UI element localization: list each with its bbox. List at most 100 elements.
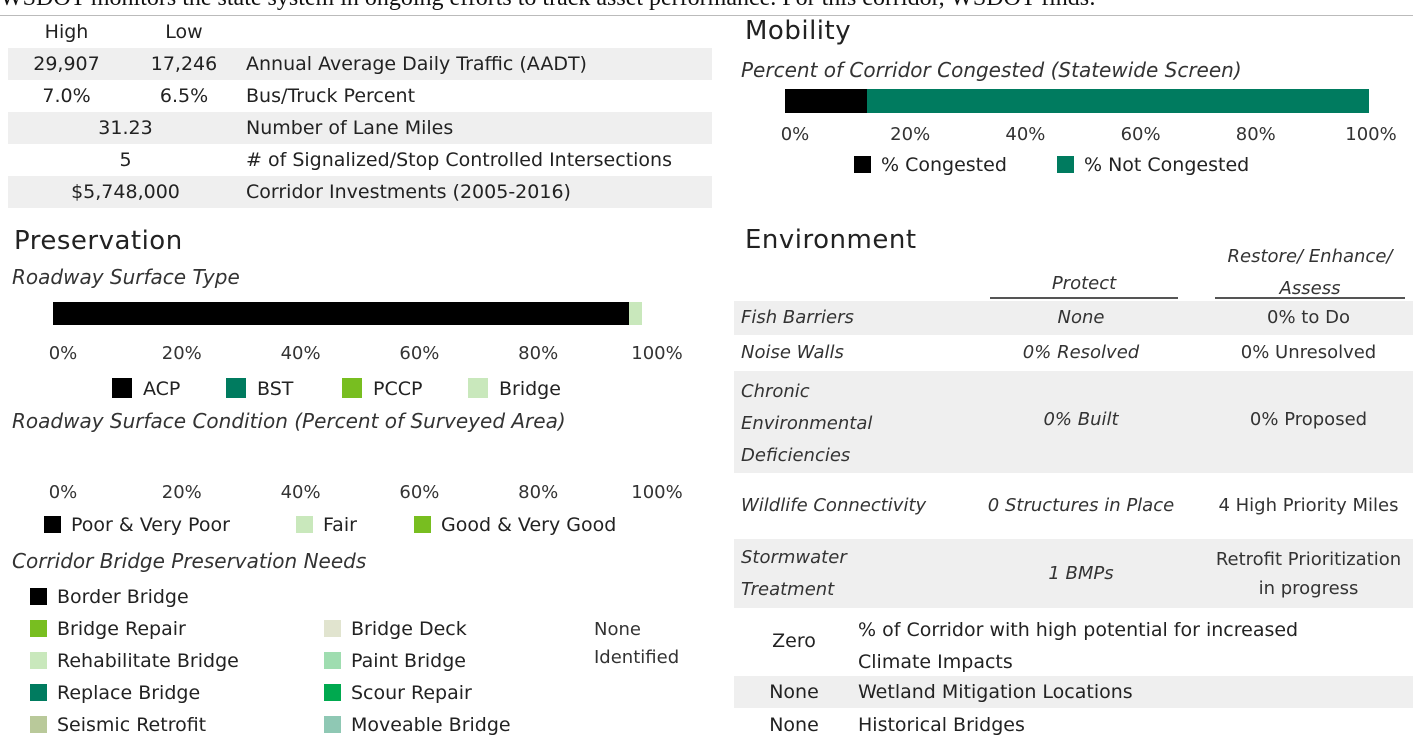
- env-row-chronic-deficiencies: Chronic Environmental Deficiencies 0% Bu…: [734, 371, 1413, 473]
- legend-swatch: [468, 378, 488, 398]
- legend-swatch: [854, 156, 871, 173]
- header-high: High: [44, 21, 89, 43]
- historical-value: None: [769, 714, 819, 736]
- axis-tick-label: 100%: [631, 343, 683, 364]
- axis-tick-label: 100%: [631, 482, 683, 503]
- env-label-line: Deficiencies: [741, 445, 851, 466]
- axis-tick-label: 60%: [1120, 124, 1161, 145]
- congestion-axis: 0% 20% 40% 60% 80% 100%: [781, 124, 1397, 148]
- env-label: Noise Walls: [741, 342, 844, 363]
- bar-segment-congested: [785, 89, 867, 113]
- legend-swatch: [324, 620, 341, 637]
- corridor-stats-table: High Low 29,907 17,246 Annual Average Da…: [8, 16, 712, 208]
- legend-label: Scour Repair: [351, 682, 472, 704]
- axis-tick-label: 0%: [780, 124, 810, 145]
- stats-row-investments: $5,748,000 Corridor Investments (2005-20…: [8, 176, 712, 208]
- legend-swatch: [1057, 156, 1074, 173]
- env-row-historical-bridges: None Historical Bridges: [734, 709, 1413, 741]
- legend-fair: Fair: [296, 513, 357, 537]
- surface-condition-bar: [53, 446, 642, 469]
- bus-truck-high: 7.0%: [42, 85, 91, 107]
- env-label: Stormwater Treatment: [741, 542, 847, 606]
- axis-tick-label: 40%: [1005, 124, 1046, 145]
- env-restore: 0% to Do: [1267, 307, 1350, 328]
- axis-tick-label: 20%: [890, 124, 931, 145]
- legend-bridge-deck: Bridge Deck: [324, 617, 467, 641]
- preservation-title: Preservation: [14, 226, 183, 256]
- legend-swatch: [30, 652, 47, 669]
- legend-swatch: [342, 378, 362, 398]
- env-col-restore: Restore/ Enhance/ Assess: [1215, 241, 1405, 305]
- legend-bridge: Bridge: [468, 377, 561, 401]
- env-row-wildlife: Wildlife Connectivity 0 Structures in Pl…: [734, 474, 1413, 538]
- env-label-line: Treatment: [741, 579, 835, 600]
- intersections-value: 5: [119, 149, 132, 171]
- legend-moveable-bridge: Moveable Bridge: [324, 713, 511, 737]
- aadt-label: Annual Average Daily Traffic (AADT): [246, 53, 587, 75]
- env-label: Wildlife Connectivity: [741, 495, 927, 516]
- legend-label: Seismic Retrofit: [57, 714, 207, 736]
- legend-label: Good & Very Good: [441, 514, 617, 536]
- env-col-restore-line1: Restore/ Enhance/: [1227, 246, 1393, 267]
- environment-title: Environment: [745, 225, 917, 255]
- legend-bst: BST: [226, 377, 293, 401]
- axis-tick-label: 20%: [161, 343, 202, 364]
- legend-swatch: [324, 684, 341, 701]
- legend-bridge-repair: Bridge Repair: [30, 617, 186, 641]
- env-col-protect: Protect: [1051, 273, 1117, 294]
- environment-table: Fish Barriers None 0% to Do Noise Walls …: [734, 301, 1413, 608]
- investments-label: Corridor Investments (2005-2016): [246, 181, 571, 203]
- stats-row-bus-truck: 7.0% 6.5% Bus/Truck Percent: [8, 80, 712, 112]
- legend-label: Rehabilitate Bridge: [57, 650, 239, 672]
- mobility-title: Mobility: [745, 16, 852, 46]
- legend-label: Fair: [323, 514, 357, 536]
- legend-swatch: [414, 516, 431, 533]
- aadt-low: 17,246: [150, 53, 218, 75]
- axis-tick-label: 0%: [48, 482, 78, 503]
- legend-swatch: [226, 378, 246, 398]
- legend-label: Border Bridge: [57, 586, 189, 608]
- legend-rehabilitate-bridge: Rehabilitate Bridge: [30, 649, 239, 673]
- legend-border-bridge: Border Bridge: [30, 585, 189, 609]
- surface-condition-subtitle: Roadway Surface Condition (Percent of Su…: [12, 409, 566, 433]
- legend-swatch: [30, 588, 47, 605]
- legend-swatch: [30, 684, 47, 701]
- stats-header-row: High Low: [8, 16, 712, 48]
- surface-type-subtitle: Roadway Surface Type: [12, 265, 240, 289]
- axis-tick-label: 80%: [518, 482, 559, 503]
- bar-segment-bridge: [629, 302, 642, 325]
- legend-swatch: [30, 620, 47, 637]
- env-label-line: Stormwater: [741, 547, 847, 568]
- bus-truck-low: 6.5%: [159, 85, 209, 107]
- legend-paint-bridge: Paint Bridge: [324, 649, 466, 673]
- axis-tick-label: 80%: [518, 343, 559, 364]
- legend-replace-bridge: Replace Bridge: [30, 681, 200, 705]
- env-restore: 0% Proposed: [1249, 409, 1368, 430]
- bridge-needs-subtitle: Corridor Bridge Preservation Needs: [12, 549, 367, 573]
- env-col-protect-rule: [990, 297, 1178, 299]
- climate-value: Zero: [772, 630, 816, 652]
- legend-label: Poor & Very Poor: [71, 514, 230, 536]
- axis-tick-label: 60%: [399, 482, 440, 503]
- axis-tick-label: 40%: [280, 343, 321, 364]
- wetland-value: None: [769, 681, 819, 703]
- lane-miles-value: 31.23: [98, 117, 153, 139]
- legend-swatch: [30, 716, 47, 733]
- surface-type-axis: 0% 20% 40% 60% 80% 100%: [49, 343, 683, 367]
- legend-label: Paint Bridge: [351, 650, 466, 672]
- legend-swatch: [112, 378, 132, 398]
- intersections-label: # of Signalized/Stop Controlled Intersec…: [246, 149, 672, 171]
- legend-good: Good & Very Good: [414, 513, 616, 537]
- mobility-subtitle: Percent of Corridor Congested (Statewide…: [741, 58, 1242, 82]
- env-row-stormwater: Stormwater Treatment 1 BMPs Retrofit Pri…: [734, 539, 1413, 608]
- env-protect: None: [1057, 307, 1105, 328]
- env-label: Fish Barriers: [741, 307, 854, 328]
- legend-label: Moveable Bridge: [351, 714, 511, 736]
- env-restore: Retrofit Prioritization in progress: [1206, 545, 1411, 603]
- env-col-restore-rule: [1215, 297, 1405, 299]
- env-protect: 0% Resolved: [1022, 342, 1140, 363]
- env-row-noise-walls: Noise Walls 0% Resolved 0% Unresolved: [734, 336, 1413, 370]
- wetland-label: Wetland Mitigation Locations: [858, 681, 1133, 703]
- historical-label: Historical Bridges: [858, 714, 1025, 736]
- env-label-line: Environmental: [741, 413, 873, 434]
